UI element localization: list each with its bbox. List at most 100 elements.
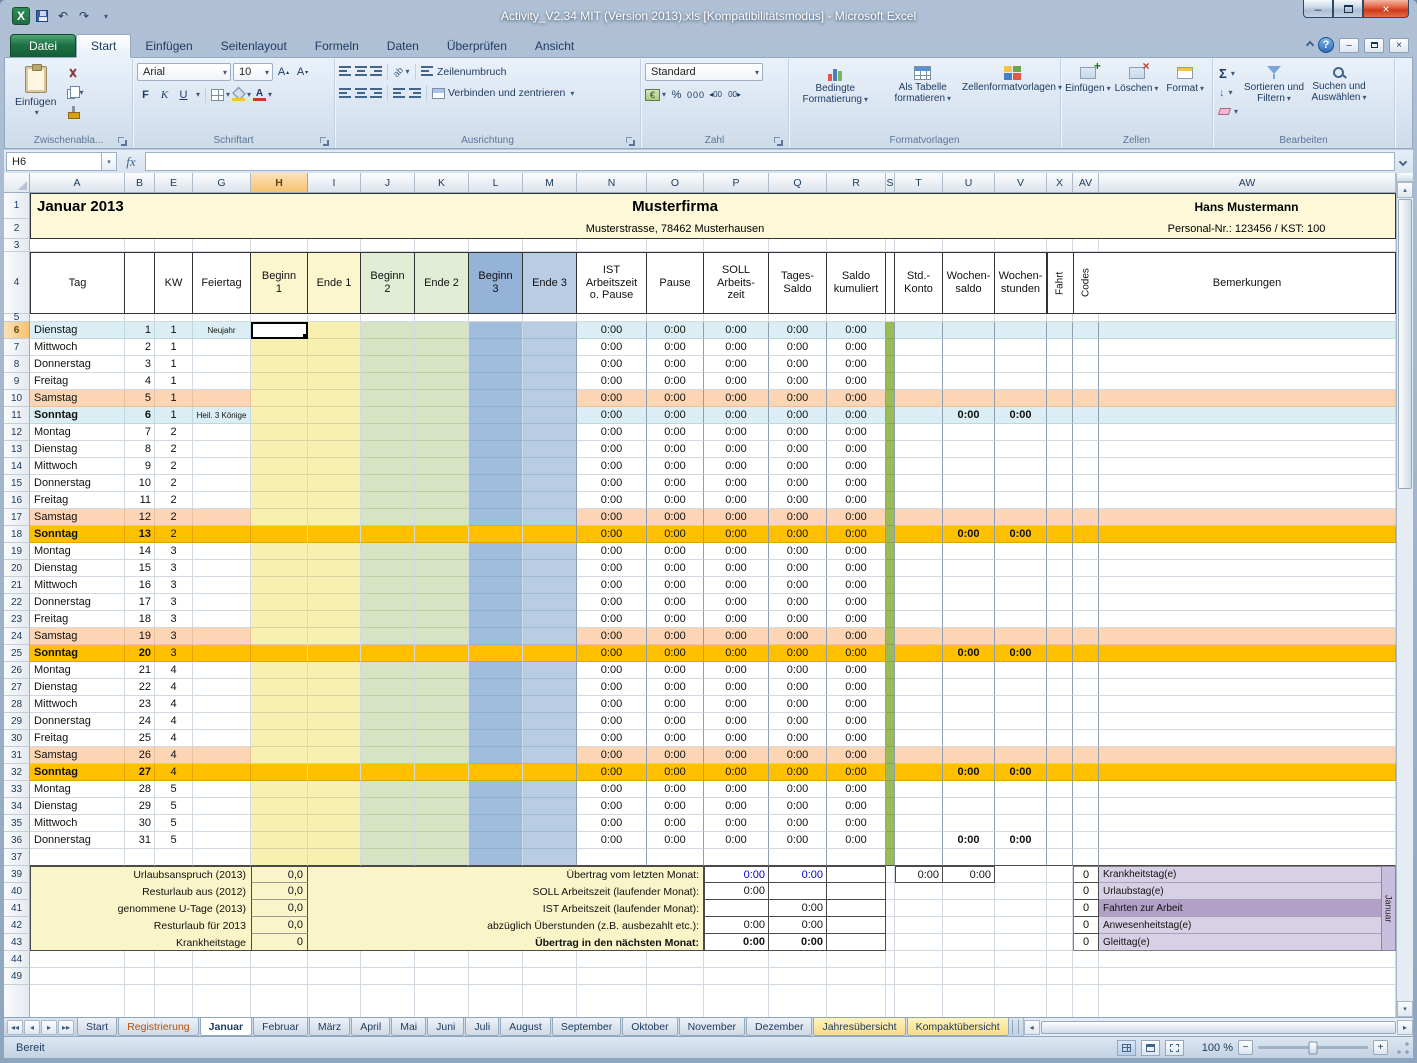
cell-V[interactable] <box>995 934 1047 951</box>
cell-X34[interactable] <box>1047 798 1073 815</box>
cell-K[interactable] <box>415 849 469 866</box>
cell-AW17[interactable] <box>1099 509 1396 526</box>
cell-I28[interactable] <box>308 696 361 713</box>
cell-G7[interactable] <box>193 339 251 356</box>
cell-G10[interactable] <box>193 390 251 407</box>
cell-G34[interactable] <box>193 798 251 815</box>
cell-G[interactable] <box>193 239 251 252</box>
cell-V32[interactable]: 0:00 <box>995 764 1047 781</box>
cell-I[interactable] <box>308 968 361 985</box>
counter-value-43[interactable]: 0 <box>1073 934 1099 951</box>
cell-V19[interactable] <box>995 543 1047 560</box>
cell-Q33[interactable]: 0:00 <box>769 781 827 798</box>
cell-M25[interactable] <box>523 645 577 662</box>
cell-B33[interactable]: 28 <box>125 781 155 798</box>
cell-AV36[interactable] <box>1073 832 1099 849</box>
cell-E8[interactable]: 1 <box>155 356 193 373</box>
cell-V[interactable] <box>995 917 1047 934</box>
cell-X24[interactable] <box>1047 628 1073 645</box>
cell-B34[interactable]: 29 <box>125 798 155 815</box>
cell-Q28[interactable]: 0:00 <box>769 696 827 713</box>
cell-A22[interactable]: Donnerstag <box>30 594 125 611</box>
cell-B6[interactable]: 1 <box>125 322 155 339</box>
cell-U18[interactable]: 0:00 <box>943 526 995 543</box>
cell-P[interactable] <box>704 968 769 985</box>
cell-V[interactable] <box>995 968 1047 985</box>
cell-U13[interactable] <box>943 441 995 458</box>
cell-B32[interactable]: 27 <box>125 764 155 781</box>
percent-format-button[interactable]: % <box>668 86 685 103</box>
row-header-43[interactable]: 43 <box>4 934 30 951</box>
horizontal-scroll-thumb[interactable] <box>1041 1021 1396 1034</box>
row-header-27[interactable]: 27 <box>4 679 30 696</box>
cell-T[interactable] <box>895 239 943 252</box>
cell-R23[interactable]: 0:00 <box>827 611 886 628</box>
cell-L[interactable] <box>469 985 523 1017</box>
borders-button[interactable]: ▾ <box>211 86 230 103</box>
cell-AW35[interactable] <box>1099 815 1396 832</box>
wrap-text-button[interactable]: Zeilenumbruch <box>421 66 506 78</box>
cell-J12[interactable] <box>361 424 415 441</box>
cell-T30[interactable] <box>895 730 943 747</box>
sheet-tab-september[interactable]: September <box>552 1018 621 1036</box>
cell-U11[interactable]: 0:00 <box>943 407 995 424</box>
cell-O32[interactable]: 0:00 <box>647 764 704 781</box>
cell-Q16[interactable]: 0:00 <box>769 492 827 509</box>
ribbon-tab-ansicht[interactable]: Ansicht <box>521 35 588 57</box>
cell-G18[interactable] <box>193 526 251 543</box>
cell-G12[interactable] <box>193 424 251 441</box>
cell-T[interactable] <box>895 900 943 917</box>
row-header-42[interactable]: 42 <box>4 917 30 934</box>
cell-S29[interactable] <box>886 713 895 730</box>
cell-E6[interactable]: 1 <box>155 322 193 339</box>
cell-I10[interactable] <box>308 390 361 407</box>
cell-V23[interactable] <box>995 611 1047 628</box>
cell-J[interactable] <box>361 951 415 968</box>
cell-AW31[interactable] <box>1099 747 1396 764</box>
cell-X[interactable] <box>1047 985 1073 1017</box>
cell-R[interactable] <box>827 951 886 968</box>
cell-P32[interactable]: 0:00 <box>704 764 769 781</box>
cell-L10[interactable] <box>469 390 523 407</box>
cell-S7[interactable] <box>886 339 895 356</box>
row-header-6[interactable]: 6 <box>4 322 30 339</box>
help-button[interactable]: ? <box>1318 37 1334 53</box>
cell-E14[interactable]: 2 <box>155 458 193 475</box>
cell-O25[interactable]: 0:00 <box>647 645 704 662</box>
cell-L22[interactable] <box>469 594 523 611</box>
row-header-44[interactable]: 44 <box>4 951 30 968</box>
page-break-view-button[interactable] <box>1165 1040 1184 1056</box>
row-header-37[interactable]: 37 <box>4 849 30 866</box>
cell-X31[interactable] <box>1047 747 1073 764</box>
cell-M8[interactable] <box>523 356 577 373</box>
cell-N30[interactable]: 0:00 <box>577 730 647 747</box>
cell-E[interactable] <box>155 968 193 985</box>
cell-T27[interactable] <box>895 679 943 696</box>
cell-R35[interactable]: 0:00 <box>827 815 886 832</box>
cell-S18[interactable] <box>886 526 895 543</box>
cell-S26[interactable] <box>886 662 895 679</box>
cell-AW36[interactable] <box>1099 832 1396 849</box>
cell-I[interactable] <box>308 951 361 968</box>
cell-J24[interactable] <box>361 628 415 645</box>
cell-M26[interactable] <box>523 662 577 679</box>
cell-A12[interactable]: Montag <box>30 424 125 441</box>
cell-AW[interactable] <box>1099 985 1396 1017</box>
cell-N23[interactable]: 0:00 <box>577 611 647 628</box>
cell-T[interactable] <box>895 934 943 951</box>
scroll-left-arrow[interactable]: ◂ <box>1024 1020 1040 1035</box>
cell-I22[interactable] <box>308 594 361 611</box>
cell-U35[interactable] <box>943 815 995 832</box>
cell-S36[interactable] <box>886 832 895 849</box>
cell-S25[interactable] <box>886 645 895 662</box>
cell-H22[interactable] <box>251 594 308 611</box>
cell-T8[interactable] <box>895 356 943 373</box>
cell-N12[interactable]: 0:00 <box>577 424 647 441</box>
cell-P18[interactable]: 0:00 <box>704 526 769 543</box>
cell-I20[interactable] <box>308 560 361 577</box>
cell-L7[interactable] <box>469 339 523 356</box>
cell-B[interactable] <box>125 985 155 1017</box>
cell-A34[interactable]: Dienstag <box>30 798 125 815</box>
cell-N31[interactable]: 0:00 <box>577 747 647 764</box>
cell-K31[interactable] <box>415 747 469 764</box>
